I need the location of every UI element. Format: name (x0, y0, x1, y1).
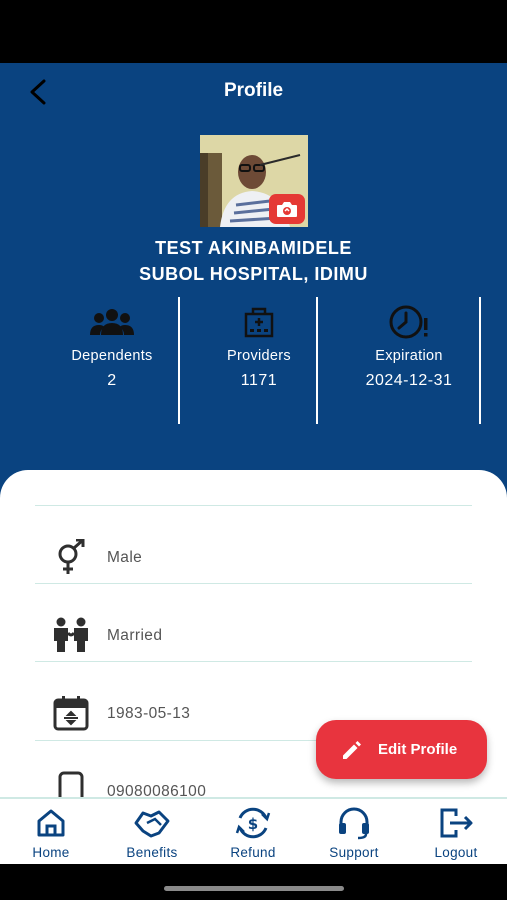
stat-label: Providers (227, 348, 291, 364)
edit-profile-button[interactable]: Edit Profile (316, 720, 487, 779)
hospital-icon (244, 307, 274, 338)
nav-item-home[interactable]: Home (1, 805, 101, 860)
calendar-icon (53, 696, 89, 731)
nav-label: Benefits (126, 845, 178, 860)
stat-value: 2 (107, 372, 117, 389)
dob-value: 1983-05-13 (107, 705, 191, 722)
gender-icon (58, 539, 85, 574)
nav-label: Refund (230, 845, 276, 860)
couple-icon (54, 617, 88, 652)
nav-item-refund[interactable]: $ Refund (203, 805, 303, 860)
system-nav-area (0, 864, 507, 900)
handshake-icon (134, 810, 170, 838)
gender-value: Male (107, 549, 143, 566)
stat-label: Expiration (375, 348, 443, 364)
headset-icon (339, 807, 369, 840)
gender-row: Male (35, 537, 472, 615)
row-divider (35, 583, 472, 584)
nav-item-benefits[interactable]: Benefits (102, 805, 202, 860)
status-bar (0, 0, 507, 63)
marital-status-row: Married (35, 615, 472, 693)
row-divider (35, 505, 472, 506)
stat-dependents[interactable]: Dependents 2 (45, 303, 179, 390)
nav-item-logout[interactable]: Logout (406, 805, 506, 860)
stat-divider (316, 297, 318, 424)
stat-expiration[interactable]: Expiration 2024-12-31 (342, 303, 476, 390)
people-icon (90, 309, 134, 335)
clock-alert-icon (389, 305, 428, 339)
stat-divider (479, 297, 481, 424)
home-icon (37, 809, 65, 837)
nav-label: Home (32, 845, 70, 860)
stat-divider (178, 297, 180, 424)
gesture-handle[interactable] (164, 886, 344, 891)
stat-label: Dependents (71, 348, 153, 364)
svg-text:$: $ (248, 815, 258, 833)
stat-value: 2024-12-31 (365, 372, 453, 389)
page-title: Profile (223, 80, 284, 101)
bottom-nav: Home Benefits $ Refund Support Logout (0, 797, 507, 864)
nav-label: Support (329, 845, 379, 860)
nav-label: Logout (434, 845, 478, 860)
profile-hospital: SUBOL HOSPITAL, IDIMU (139, 264, 368, 284)
row-divider (35, 661, 472, 662)
marital-status-value: Married (107, 627, 163, 644)
logout-icon (440, 808, 473, 838)
profile-header: Profile TEST AKINBAMIDELE SUBOL HOSPITAL… (0, 63, 507, 503)
nav-item-support[interactable]: Support (304, 805, 404, 860)
camera-icon (277, 202, 297, 217)
stat-value: 1171 (240, 372, 278, 389)
edit-profile-label: Edit Profile (378, 741, 458, 758)
refund-icon: $ (235, 807, 271, 839)
stat-providers[interactable]: Providers 1171 (192, 303, 326, 390)
profile-name: TEST AKINBAMIDELE (155, 238, 352, 258)
change-photo-button[interactable] (269, 194, 305, 224)
pencil-icon (343, 740, 361, 759)
